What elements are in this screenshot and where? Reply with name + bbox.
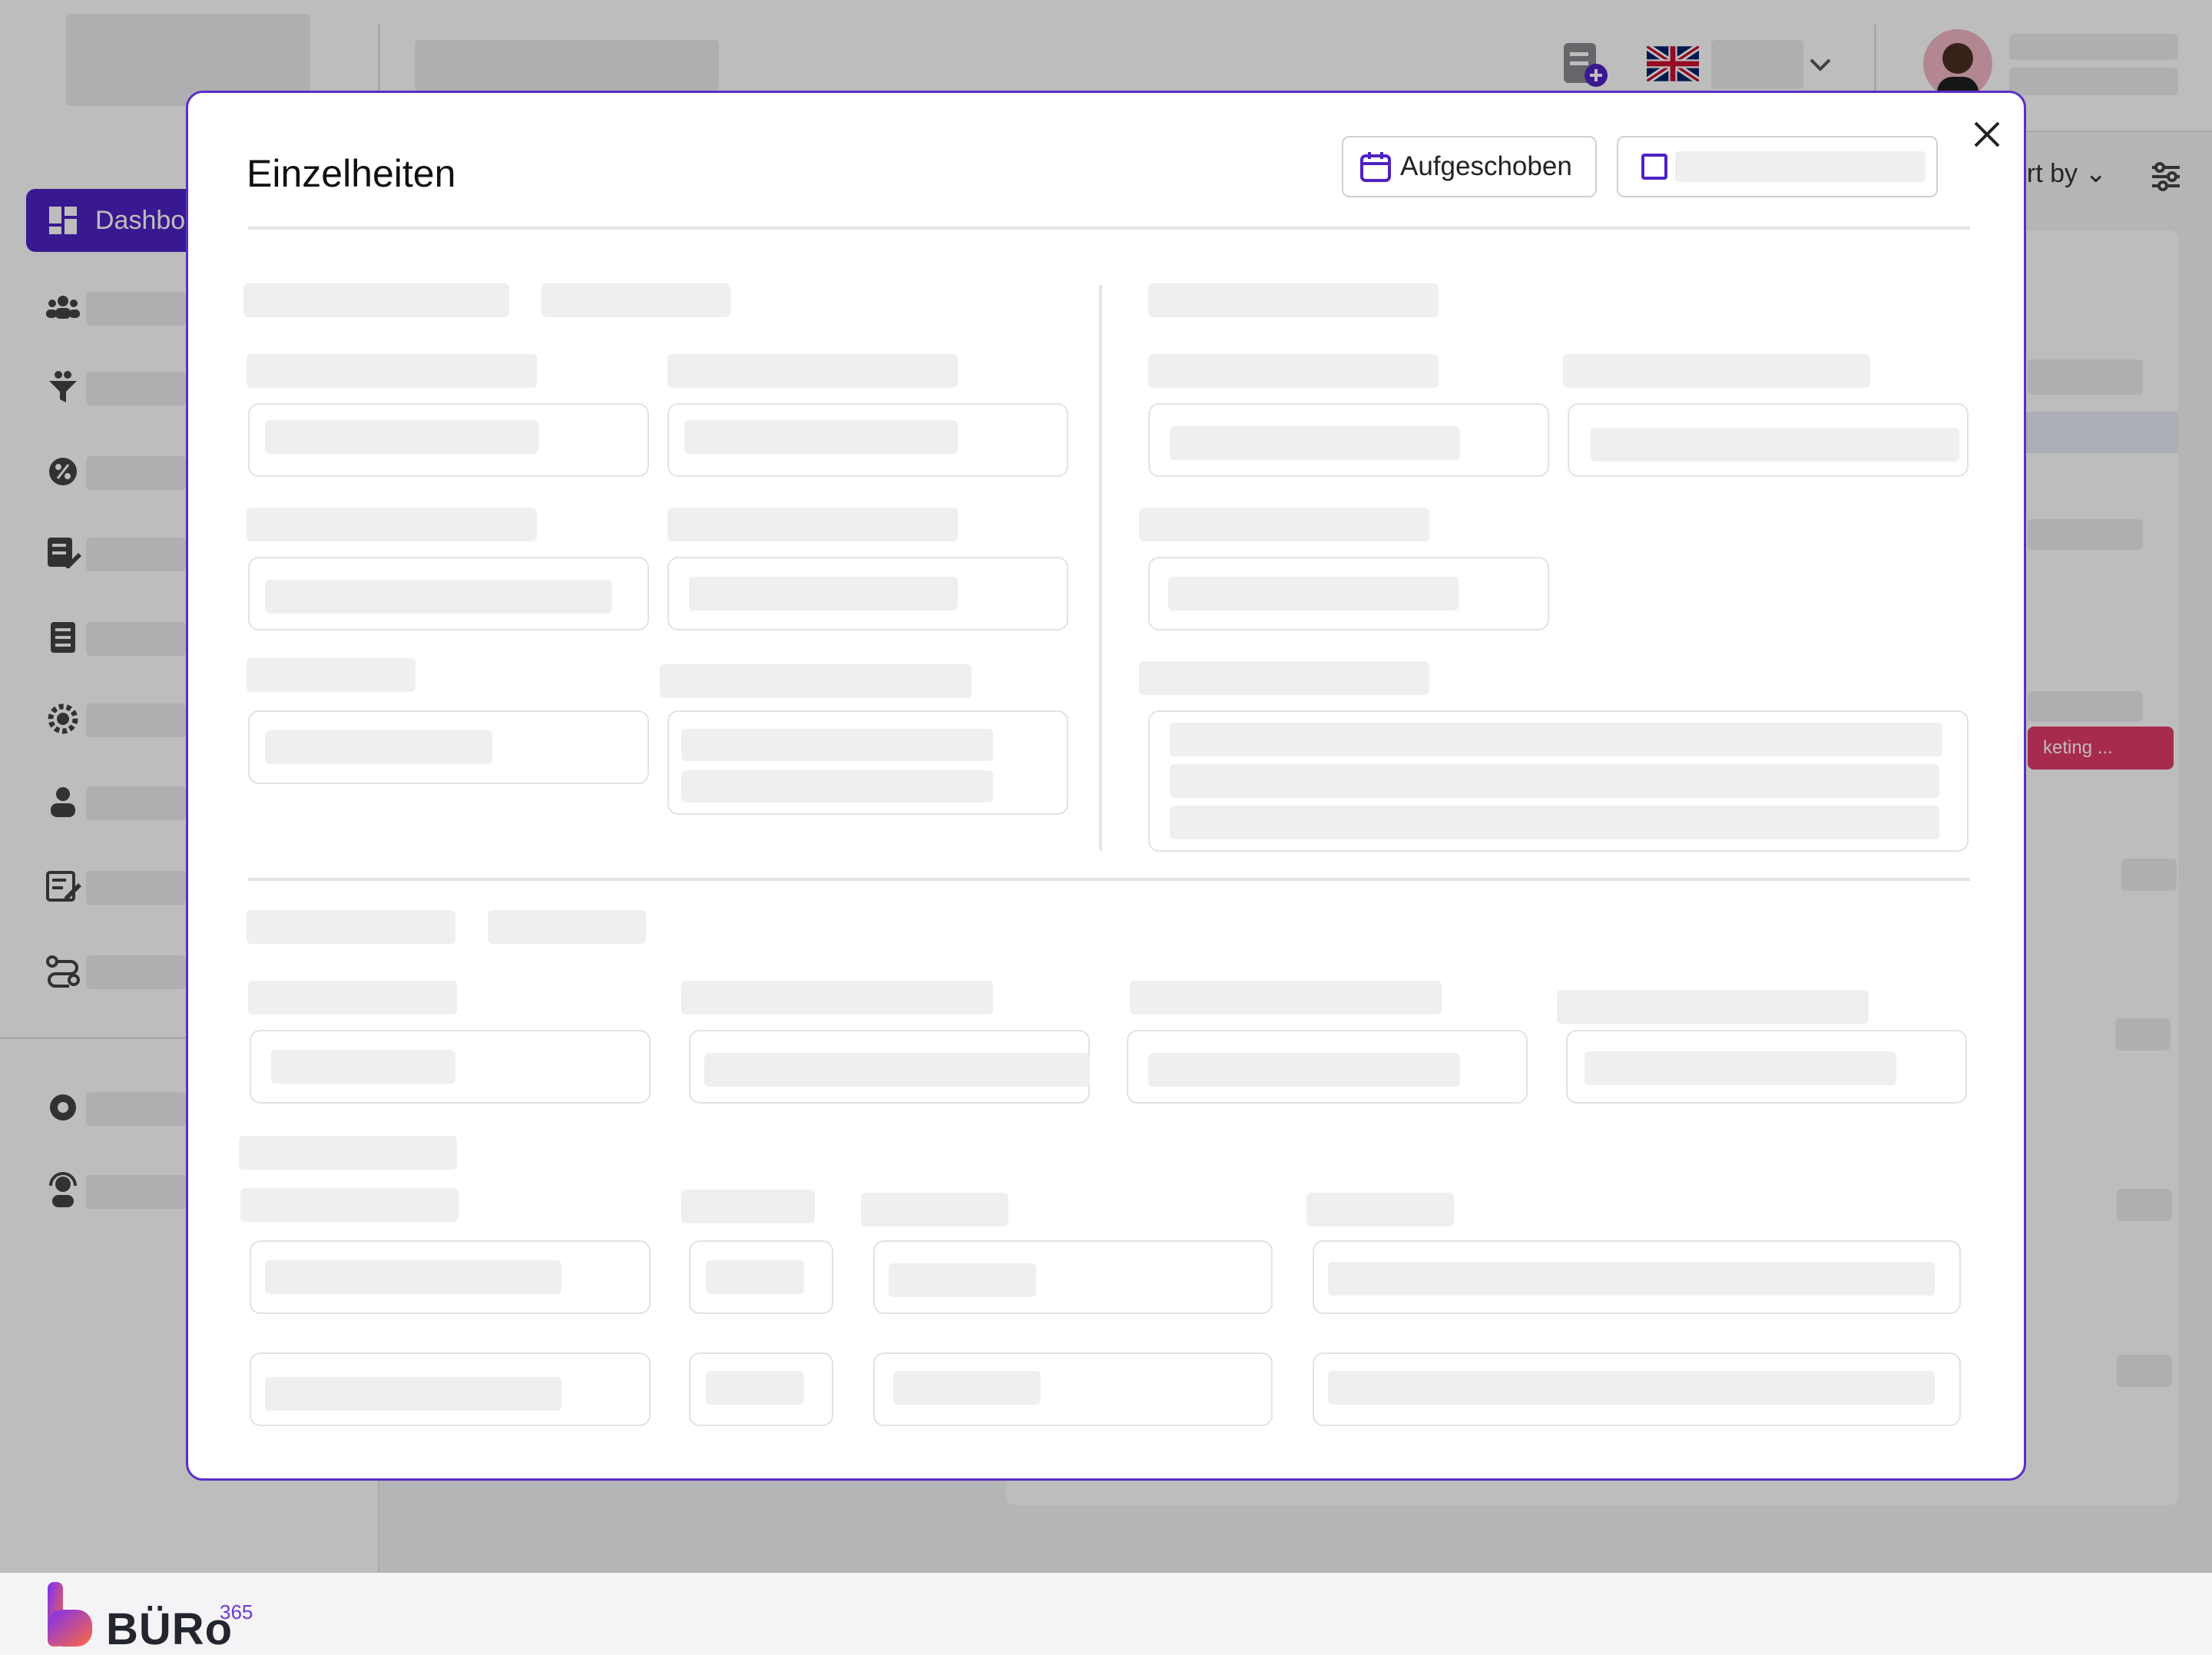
logo-text: BÜRo — [106, 1604, 233, 1654]
input-field[interactable] — [248, 403, 649, 477]
field-label-placeholder — [247, 354, 537, 388]
field-label-placeholder — [248, 981, 457, 1015]
field-label-placeholder — [861, 1193, 1008, 1226]
field-label-placeholder — [660, 664, 972, 698]
field-label-placeholder — [681, 981, 993, 1015]
section-heading-placeholder — [243, 283, 509, 317]
field-label-placeholder — [667, 354, 958, 388]
input-field[interactable] — [248, 710, 649, 784]
input-field[interactable] — [248, 557, 649, 631]
logo-superscript: 365 — [220, 1600, 253, 1624]
field-label-placeholder — [1130, 981, 1442, 1015]
checkbox[interactable] — [1641, 154, 1667, 180]
input-field[interactable] — [1148, 403, 1549, 477]
input-field[interactable] — [689, 1030, 1090, 1104]
field-label-placeholder — [1139, 508, 1429, 541]
input-field[interactable] — [1566, 1030, 1967, 1104]
section-heading-placeholder — [541, 283, 730, 317]
field-label-placeholder — [667, 508, 958, 541]
divider — [1099, 285, 1102, 850]
field-label-placeholder — [247, 508, 537, 541]
close-icon[interactable] — [1972, 119, 2002, 150]
calendar-icon — [1359, 150, 1392, 184]
field-label-placeholder — [1306, 1193, 1454, 1226]
status-postponed-button[interactable]: Aufgeschoben — [1342, 136, 1597, 197]
details-modal: Einzelheiten Aufgeschoben — [186, 91, 2026, 1481]
quantity-field[interactable] — [689, 1240, 833, 1314]
status-button-label: Aufgeschoben — [1400, 151, 1572, 181]
textarea-field[interactable] — [667, 710, 1068, 815]
input-field[interactable] — [873, 1240, 1273, 1314]
quantity-field[interactable] — [689, 1352, 833, 1426]
input-field[interactable] — [1313, 1240, 1961, 1314]
input-field[interactable] — [250, 1352, 651, 1426]
input-field[interactable] — [250, 1030, 651, 1104]
input-field[interactable] — [667, 557, 1068, 631]
input-field[interactable] — [667, 403, 1068, 477]
textarea-field[interactable] — [1148, 710, 1969, 852]
field-label-placeholder — [681, 1190, 815, 1223]
input-field[interactable] — [873, 1352, 1273, 1426]
divider — [248, 878, 1970, 881]
buro-logo-mark — [43, 1582, 97, 1651]
modal-title: Einzelheiten — [247, 152, 456, 195]
input-field[interactable] — [1148, 557, 1549, 631]
field-label-placeholder — [1148, 354, 1439, 388]
field-label-placeholder — [240, 1188, 459, 1222]
checkbox-label-placeholder — [1675, 151, 1926, 182]
section-heading-placeholder — [1148, 283, 1439, 317]
input-field[interactable] — [1127, 1030, 1528, 1104]
field-label-placeholder — [1563, 354, 1870, 388]
subsection-heading-placeholder — [239, 1136, 457, 1170]
section-heading-placeholder — [488, 910, 646, 944]
input-field[interactable] — [250, 1240, 651, 1314]
field-label-placeholder — [1557, 990, 1869, 1024]
field-label-placeholder — [1139, 661, 1429, 695]
input-field[interactable] — [1568, 403, 1969, 477]
divider — [248, 227, 1970, 230]
section-heading-placeholder — [247, 910, 455, 944]
input-field[interactable] — [1313, 1352, 1961, 1426]
checkbox-field[interactable] — [1617, 136, 1938, 197]
field-label-placeholder — [247, 658, 416, 692]
